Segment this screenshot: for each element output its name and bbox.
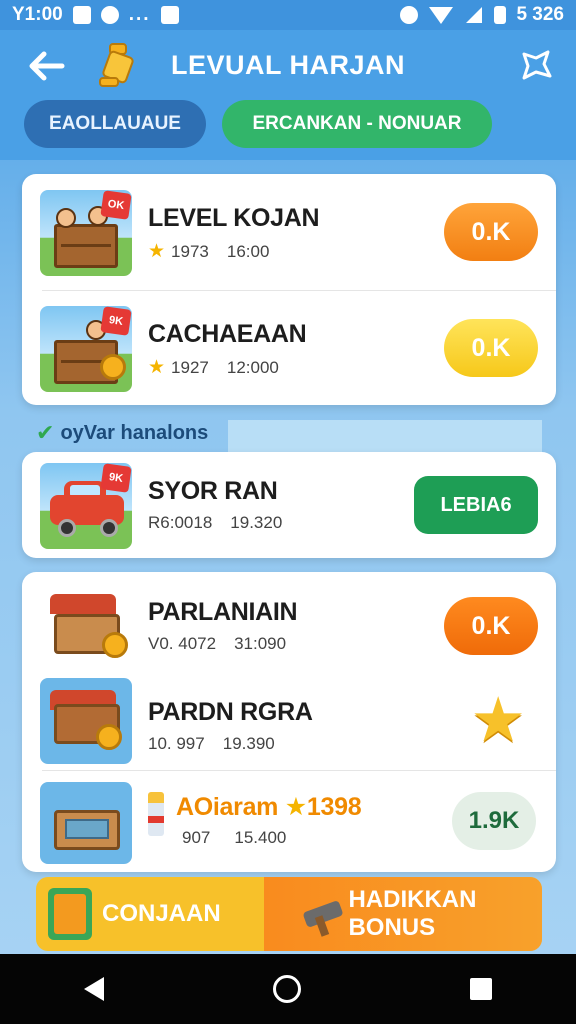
item-time: 12:000 <box>226 357 279 377</box>
list-item[interactable]: AOiaram ★1398 907 15.400 1.9K <box>22 770 556 872</box>
status-battery-text: 5 326 <box>516 4 564 25</box>
status-time: Y1:00 <box>12 4 63 25</box>
item-score: 1927 <box>171 357 209 377</box>
item-badge: 9K <box>100 306 132 336</box>
list-item[interactable]: OK LEVEL KOJAN ★ 1973 16:00 0.K <box>22 174 556 290</box>
chest-thumbnail <box>40 782 132 864</box>
item-time: 19.320 <box>230 513 283 532</box>
section-header: ✔ oyVar hanalons <box>36 420 208 446</box>
item-meta: R6:0018 19.320 <box>148 513 282 533</box>
signal-icon <box>466 7 483 23</box>
house-thumbnail <box>40 678 132 764</box>
tab-second[interactable]: ERCANKAN - NONUAR <box>222 100 492 148</box>
item-time: 19.390 <box>222 734 275 753</box>
favorite-star-icon[interactable]: ★ <box>470 690 526 752</box>
hammer-icon <box>300 894 338 934</box>
conjaan-label: CONJAAN <box>102 900 221 927</box>
item-title: SYOR RAN <box>148 477 278 505</box>
item-code: V0. 4072 <box>148 634 217 653</box>
page-title: LEVUAL HARJAN <box>170 50 406 80</box>
battery-icon <box>494 6 507 24</box>
nav-back-icon[interactable] <box>84 977 105 1001</box>
item-meta: 10. 997 19.390 <box>148 734 275 754</box>
item-time: 16:00 <box>226 241 270 261</box>
nav-recents-icon[interactable] <box>469 978 492 1000</box>
claim-button[interactable]: 1.9K <box>452 792 536 850</box>
list-item[interactable]: PARLANIAIN V0. 4072 31:090 0.K <box>22 568 556 672</box>
list-item[interactable]: 9K SYOR RAN R6:0018 19.320 LEBIA6 <box>22 447 556 563</box>
system-nav-bar <box>0 954 576 1024</box>
crate-thumbnail: OK <box>40 190 132 276</box>
bottom-banner: CONJAAN HADIKKAN BONUS <box>36 877 542 951</box>
item-title: AOiaram ★1398 <box>148 792 362 836</box>
title-star-icon: ★ <box>284 793 307 821</box>
item-title-text: AOiaram <box>176 793 279 821</box>
item-title: PARLANIAIN <box>148 598 298 626</box>
car-thumbnail: 9K <box>40 463 132 549</box>
notification-icon <box>72 6 91 24</box>
item-score: 1973 <box>171 241 209 261</box>
section-label: oyVar hanalons <box>60 421 209 444</box>
item-badge: OK <box>100 190 132 220</box>
item-title: LEVEL KOJAN <box>148 204 320 232</box>
item-time: 15.400 <box>234 828 287 847</box>
list-item[interactable]: PARDN RGRA 10. 997 19.390 ★ <box>22 668 556 770</box>
item-meta: ★ 1973 16:00 <box>148 240 269 263</box>
item-time: 31:090 <box>234 634 287 653</box>
shop-card: PARLANIAIN V0. 4072 31:090 0.K PARDN RGR… <box>22 572 556 872</box>
bonus-button[interactable]: HADIKKAN BONUS <box>264 877 542 951</box>
item-code: 907 <box>182 828 211 847</box>
tab-first[interactable]: EAOLLAUAUE <box>24 100 206 148</box>
wifi-icon <box>429 7 454 24</box>
item-code: R6:0018 <box>148 513 213 532</box>
market-stall-thumbnail <box>40 584 132 670</box>
level-card: OK LEVEL KOJAN ★ 1973 16:00 0.K 9K CACHA… <box>22 174 556 405</box>
crate-thumbnail: 9K <box>40 306 132 392</box>
item-meta: ★ 1927 12:000 <box>148 356 279 379</box>
vehicle-card: 9K SYOR RAN R6:0018 19.320 LEBIA6 <box>22 452 556 558</box>
lighthouse-icon <box>148 792 164 836</box>
media-icon <box>160 6 179 24</box>
bonus-label: HADIKKAN BONUS <box>348 886 477 941</box>
item-badge: 9K <box>100 463 132 493</box>
status-bar: Y1:00 ... 5 326 <box>0 0 576 30</box>
app-header: LEVUAL HARJAN EAOLLAUAUE ERCANKAN - NONU… <box>0 30 576 160</box>
check-icon: ✔ <box>36 420 55 445</box>
star-icon: ★ <box>148 241 166 262</box>
nav-home-icon[interactable] <box>272 975 301 1003</box>
list-item[interactable]: 9K CACHAEAAN ★ 1927 12:000 0.K <box>22 290 556 406</box>
ok-button[interactable]: 0.K <box>444 597 538 655</box>
share-icon[interactable] <box>518 48 554 82</box>
star-icon: ★ <box>148 357 166 378</box>
ok-button[interactable]: 0.K <box>444 319 538 377</box>
app-notification-icon <box>100 6 119 24</box>
item-title: PARDN RGRA <box>148 698 313 726</box>
item-meta: 907 15.400 <box>182 828 286 848</box>
item-meta: V0. 4072 31:090 <box>148 634 286 654</box>
conjaan-button[interactable]: CONJAAN <box>36 877 264 951</box>
item-title-number: 1398 <box>306 793 362 821</box>
gift-icon <box>48 888 92 940</box>
ok-button[interactable]: 0.K <box>444 203 538 261</box>
more-notifications-indicator: ... <box>128 4 151 25</box>
alarm-icon <box>400 6 419 24</box>
item-title: CACHAEAAN <box>148 320 307 348</box>
item-code: 10. 997 <box>148 734 205 753</box>
lebia-button[interactable]: LEBIA6 <box>414 476 538 534</box>
